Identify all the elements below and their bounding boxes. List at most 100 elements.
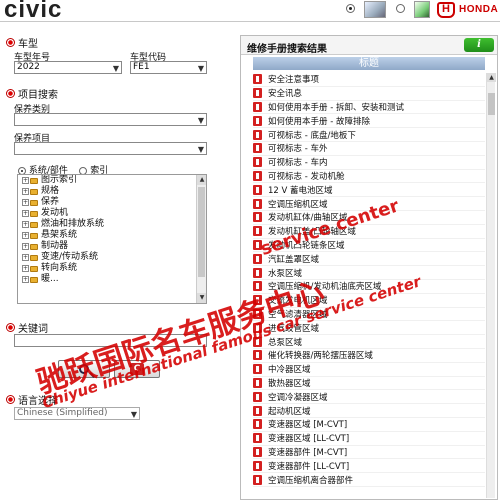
- tree-item[interactable]: + 转向系统: [18, 263, 206, 274]
- result-row[interactable]: 发动机缸盖/凸轮轴区域: [253, 225, 485, 239]
- result-row[interactable]: 水泵区域: [253, 266, 485, 280]
- tree-item[interactable]: + 保养: [18, 197, 206, 208]
- result-title: 交流发电机区域: [268, 296, 328, 307]
- scroll-up-icon[interactable]: ▲: [487, 73, 496, 82]
- expand-icon[interactable]: +: [22, 188, 29, 195]
- folder-icon: [30, 188, 38, 195]
- result-row[interactable]: 发动机凸轮链条区域: [253, 239, 485, 253]
- document-icon: [253, 336, 262, 347]
- result-row[interactable]: 发动机缸体/曲轴区域: [253, 211, 485, 225]
- view-mode-2-icon[interactable]: [414, 1, 430, 18]
- result-row[interactable]: 进气歧管区域: [253, 321, 485, 336]
- tree-item[interactable]: + 变速/传动系统: [18, 252, 206, 263]
- expand-icon[interactable]: +: [22, 210, 29, 217]
- item-search-section-title: 项目搜索: [6, 86, 58, 101]
- result-row[interactable]: 可视标志 - 车外: [253, 142, 485, 156]
- result-title: 空调冷凝器区域: [268, 392, 328, 403]
- result-row[interactable]: 交流发电机区域: [253, 294, 485, 308]
- result-title: 中冷器区域: [268, 365, 311, 376]
- tree-item[interactable]: + 规格: [18, 186, 206, 197]
- folder-icon: [30, 254, 38, 261]
- result-row[interactable]: 变速器区域 [M-CVT]: [253, 418, 485, 432]
- result-row[interactable]: 变速器部件 [M-CVT]: [253, 446, 485, 460]
- scroll-thumb[interactable]: [198, 187, 205, 277]
- scroll-thumb[interactable]: [488, 93, 495, 115]
- model-year-select[interactable]: 2022 ▼: [14, 61, 122, 74]
- result-row[interactable]: 如何使用本手册 - 拆卸、安装和测试: [253, 101, 485, 115]
- document-icon: [253, 391, 262, 402]
- result-row[interactable]: 安全注意事项: [253, 73, 485, 87]
- expand-icon[interactable]: +: [22, 276, 29, 283]
- result-row[interactable]: 空调压缩机/发动机油底壳区域: [253, 280, 485, 294]
- info-button[interactable]: i: [464, 38, 494, 52]
- result-title: 空气滤清器区域: [268, 309, 328, 320]
- result-row[interactable]: 可视标志 - 发动机舱: [253, 170, 485, 184]
- view-mode-radio-2[interactable]: [396, 4, 405, 13]
- language-select[interactable]: Chinese (Simplified) ▼: [14, 407, 140, 420]
- document-icon: [253, 253, 262, 264]
- result-row[interactable]: 散热器区域: [253, 377, 485, 391]
- view-mode-1-icon[interactable]: [364, 1, 386, 18]
- result-row[interactable]: 变速器区域 [LL-CVT]: [253, 432, 485, 446]
- result-row[interactable]: 总泵区域: [253, 335, 485, 349]
- result-row[interactable]: 中冷器区域: [253, 363, 485, 377]
- expand-icon[interactable]: +: [22, 221, 29, 228]
- document-icon: [253, 198, 262, 209]
- result-row[interactable]: 空气滤清器区域: [253, 308, 485, 322]
- civic-logo: civic: [4, 0, 63, 23]
- tree-item[interactable]: + 燃油和排放系统: [18, 219, 206, 230]
- chevron-down-icon: ▼: [197, 116, 204, 125]
- expand-icon[interactable]: +: [22, 265, 29, 272]
- maint-item-select[interactable]: ▼: [14, 142, 207, 155]
- result-title: 变速器部件 [LL-CVT]: [268, 461, 350, 472]
- language-section-title: 语言选择: [6, 392, 58, 407]
- clear-button[interactable]: C: [114, 360, 160, 378]
- result-row[interactable]: 汽缸盖罩区域: [253, 252, 485, 267]
- result-row[interactable]: 可视标志 - 底盘/地板下: [253, 128, 485, 142]
- result-row[interactable]: 可视标志 - 车内: [253, 156, 485, 170]
- result-title: 如何使用本手册 - 拆卸、安装和测试: [268, 102, 404, 113]
- maint-type-select[interactable]: ▼: [14, 113, 207, 126]
- system-tree[interactable]: + 图示索引 + 规格 + 保养 + 发动机 + 燃油和排放系统 + 悬架系统 + 制动器 +…: [17, 174, 207, 304]
- tree-item[interactable]: + 悬架系统: [18, 230, 206, 241]
- results-header: 维修手册搜索结果 i: [241, 36, 497, 55]
- tree-item[interactable]: + 发动机: [18, 208, 206, 219]
- document-icon: [253, 433, 262, 444]
- document-icon: [253, 184, 262, 195]
- tree-scrollbar[interactable]: ▲ ▼: [196, 175, 206, 303]
- result-row[interactable]: 安全讯息: [253, 87, 485, 101]
- view-mode-radio-1[interactable]: [346, 4, 355, 13]
- result-title: 可视标志 - 车内: [268, 158, 328, 169]
- search-button[interactable]: [58, 360, 110, 378]
- scroll-down-icon[interactable]: ▼: [197, 293, 206, 303]
- keyword-input[interactable]: [14, 334, 207, 347]
- result-title: 如何使用本手册 - 故障排除: [268, 116, 370, 127]
- scroll-up-icon[interactable]: ▲: [197, 175, 206, 185]
- tree-item[interactable]: + 暖...: [18, 274, 206, 285]
- result-row[interactable]: 12 V 蓄电池区域: [253, 183, 485, 198]
- title-column-header[interactable]: 标题: [253, 57, 485, 70]
- result-title: 变速器区域 [M-CVT]: [268, 420, 348, 431]
- result-row[interactable]: 变速器部件 [LL-CVT]: [253, 459, 485, 474]
- result-title: 起动机区域: [268, 406, 311, 417]
- tree-item[interactable]: + 制动器: [18, 241, 206, 252]
- result-row[interactable]: 空调冷凝器区域: [253, 390, 485, 405]
- document-icon: [253, 446, 262, 457]
- result-row[interactable]: 起动机区域: [253, 404, 485, 418]
- document-icon: [253, 405, 262, 416]
- model-code-select[interactable]: FE1 ▼: [130, 61, 207, 74]
- result-title: 变速器部件 [M-CVT]: [268, 447, 348, 458]
- result-row[interactable]: 如何使用本手册 - 故障排除: [253, 114, 485, 129]
- result-row[interactable]: 催化转换器/两轮摆压器区域: [253, 349, 485, 363]
- document-icon: [253, 129, 262, 140]
- expand-icon[interactable]: +: [22, 243, 29, 250]
- tree-item[interactable]: + 图示索引: [18, 175, 206, 186]
- app-header: civic HONDA: [0, 0, 500, 23]
- result-row[interactable]: 空调压缩机区域: [253, 197, 485, 211]
- expand-icon[interactable]: +: [22, 254, 29, 261]
- result-row[interactable]: 空调压缩机离合器部件: [253, 473, 485, 487]
- expand-icon[interactable]: +: [22, 199, 29, 206]
- results-scrollbar[interactable]: ▲: [486, 73, 496, 498]
- expand-icon[interactable]: +: [22, 177, 29, 184]
- expand-icon[interactable]: +: [22, 232, 29, 239]
